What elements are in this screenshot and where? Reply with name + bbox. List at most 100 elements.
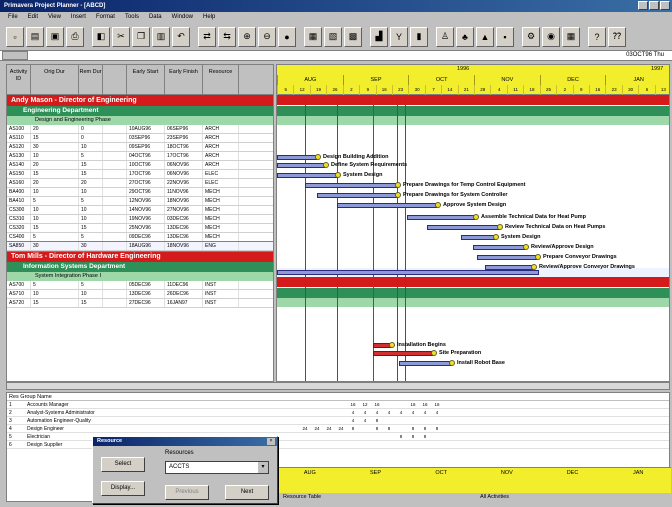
table-row[interactable]: CS300 10 10 14NOV96 27NOV96 MECH xyxy=(7,206,273,215)
bar-icon[interactable]: ● xyxy=(278,26,296,47)
preview-icon[interactable]: ◧ xyxy=(92,26,110,47)
resource-cell: 4 xyxy=(435,410,439,415)
table-row[interactable]: AS160 20 20 27OCT96 22NOV96 ELEC xyxy=(7,179,273,188)
cut-icon[interactable]: ✂ xyxy=(112,26,130,47)
table-row[interactable]: CS400 5 5 09DEC96 13DEC96 MECH xyxy=(7,233,273,242)
col-early-start[interactable]: Early Start xyxy=(127,65,165,95)
menu-file[interactable]: File xyxy=(8,12,18,23)
gantt-bar[interactable] xyxy=(407,215,475,220)
gantt-bar-selected[interactable] xyxy=(277,270,539,275)
table-row[interactable]: AS130 10 5 04OCT96 17OCT96 ARCH xyxy=(7,152,273,161)
gantt-bar[interactable] xyxy=(427,225,499,230)
new-icon[interactable]: ▫ xyxy=(6,26,24,47)
menu-tools[interactable]: Tools xyxy=(125,12,139,23)
table-row[interactable]: AS110 15 0 03SEP96 23SEP96 ARCH xyxy=(7,134,273,143)
context-help-icon[interactable]: ⁇ xyxy=(608,26,626,47)
resource-row[interactable]: 2 Analyst-Systems Administrator 4 4 4 4 4 4 4 4 xyxy=(7,409,669,417)
menu-format[interactable]: Format xyxy=(96,12,115,23)
col-activity-id[interactable]: Activity ID xyxy=(7,65,31,95)
settings-icon[interactable]: ⚙ xyxy=(522,26,540,47)
copy-icon[interactable]: ❐ xyxy=(132,26,150,47)
gantt-body[interactable]: Design Building Addition Define System Re… xyxy=(277,95,669,381)
zoom-out-icon[interactable]: ⊖ xyxy=(258,26,276,47)
table-row[interactable]: AS150 15 15 17OCT96 06NOV96 ELEC xyxy=(7,170,273,179)
chart-icon[interactable]: ▮ xyxy=(410,26,428,47)
gantt-bar[interactable] xyxy=(277,163,325,168)
edit-cell[interactable] xyxy=(2,51,28,60)
group-icon[interactable]: ▟ xyxy=(370,26,388,47)
lock-icon[interactable]: ▲ xyxy=(476,26,494,47)
col-rem-dur[interactable]: Rem Dur xyxy=(79,65,103,95)
table-row[interactable]: AS100 20 0 10AUG96 06SEP96 ARCH xyxy=(7,125,273,134)
resource-select[interactable]: ACCTS ▾ xyxy=(165,461,269,474)
menu-view[interactable]: View xyxy=(48,12,61,23)
resource-row[interactable]: 4 Design Engineer 24 24 24 24 8 8 8 8 8 8 xyxy=(7,425,669,433)
resource-row[interactable]: 3 Automation Engineer-Quality 4 4 8 xyxy=(7,417,669,425)
next-button[interactable]: Next xyxy=(225,485,269,500)
display-button[interactable]: Display... xyxy=(101,481,145,496)
table-row-selected[interactable]: SA850 30 30 18AUG96 18NOV96 ENG xyxy=(7,241,273,252)
table-row[interactable]: BA400 10 10 29OCT96 11NOV96 MECH xyxy=(7,188,273,197)
col-early-finish[interactable]: Early Finish xyxy=(165,65,203,95)
cell: 5 xyxy=(79,197,103,205)
gantt-bar[interactable] xyxy=(337,203,437,208)
col-pct[interactable] xyxy=(103,65,127,95)
close-icon[interactable]: × xyxy=(267,438,275,445)
grid-icon[interactable]: ▦ xyxy=(562,26,580,47)
help-icon[interactable]: ? xyxy=(588,26,606,47)
resource-icon[interactable]: Y xyxy=(390,26,408,47)
person-icon[interactable]: ♙ xyxy=(436,26,454,47)
gantt-bar[interactable] xyxy=(305,183,397,188)
gantt-bar[interactable] xyxy=(477,255,537,260)
department-banner: Engineering Department xyxy=(7,106,273,116)
paste-icon[interactable]: ▥ xyxy=(152,26,170,47)
table-row[interactable]: AS710 10 10 13DEC96 26DEC96 INST xyxy=(7,290,273,299)
previous-button[interactable]: Previous xyxy=(165,485,209,500)
gantt-bar[interactable] xyxy=(399,361,451,366)
cell xyxy=(239,188,273,196)
gantt-bar[interactable] xyxy=(473,245,525,250)
filter-icon[interactable]: ▧ xyxy=(324,26,342,47)
table-row[interactable]: CS320 15 15 25NOV96 13DEC96 MECH xyxy=(7,224,273,233)
select-button[interactable]: Select xyxy=(101,457,145,472)
gantt-bar[interactable] xyxy=(277,173,337,178)
resource-row[interactable]: 1 Accounts Manager 16 12 16 16 16 16 xyxy=(7,401,669,409)
sort-icon[interactable]: ▩ xyxy=(344,26,362,47)
link-icon[interactable]: ⇄ xyxy=(198,26,216,47)
table-row[interactable]: CS310 10 10 19NOV96 03DEC96 MECH xyxy=(7,215,273,224)
menu-help[interactable]: Help xyxy=(203,12,215,23)
gantt-bar[interactable] xyxy=(317,193,397,198)
calendar-icon[interactable]: ▪ xyxy=(496,26,514,47)
table-row[interactable]: AS120 30 10 09SEP96 18OCT96 ARCH xyxy=(7,143,273,152)
table-row[interactable]: BA410 5 5 12NOV96 18NOV96 MECH xyxy=(7,197,273,206)
gantt-bar[interactable] xyxy=(461,235,495,240)
table-row[interactable]: AS720 15 15 27DEC96 16JAN97 INST xyxy=(7,299,273,308)
maximize-icon[interactable] xyxy=(649,1,659,10)
cell: 15 xyxy=(79,224,103,232)
minimize-icon[interactable] xyxy=(638,1,648,10)
open-icon[interactable]: ▤ xyxy=(26,26,44,47)
col-extra[interactable] xyxy=(239,65,273,95)
col-resource[interactable]: Resource xyxy=(203,65,239,95)
table-row[interactable]: AS700 5 5 05DEC96 11DEC96 INST xyxy=(7,281,273,290)
gantt-bar[interactable] xyxy=(277,155,317,160)
chevron-down-icon[interactable]: ▾ xyxy=(258,462,268,473)
menu-insert[interactable]: Insert xyxy=(71,12,86,23)
table-row[interactable]: AS140 20 15 10OCT96 06NOV96 ARCH xyxy=(7,161,273,170)
save-icon[interactable]: ▣ xyxy=(46,26,64,47)
resource-cell xyxy=(323,433,335,441)
tree-icon[interactable]: ♣ xyxy=(456,26,474,47)
gantt-bar[interactable] xyxy=(373,351,433,356)
unlink-icon[interactable]: ⇆ xyxy=(218,26,236,47)
print-icon[interactable]: ⎙ xyxy=(66,26,84,47)
globe-icon[interactable]: ◉ xyxy=(542,26,560,47)
menu-edit[interactable]: Edit xyxy=(28,12,38,23)
menu-window[interactable]: Window xyxy=(172,12,193,23)
close-icon[interactable] xyxy=(660,1,670,10)
col-orig-dur[interactable]: Orig Dur xyxy=(31,65,79,95)
zoom-in-icon[interactable]: ⊕ xyxy=(238,26,256,47)
undo-icon[interactable]: ↶ xyxy=(172,26,190,47)
menu-data[interactable]: Data xyxy=(149,12,162,23)
horizontal-scrollbar[interactable] xyxy=(6,382,670,390)
table-icon[interactable]: ▦ xyxy=(304,26,322,47)
